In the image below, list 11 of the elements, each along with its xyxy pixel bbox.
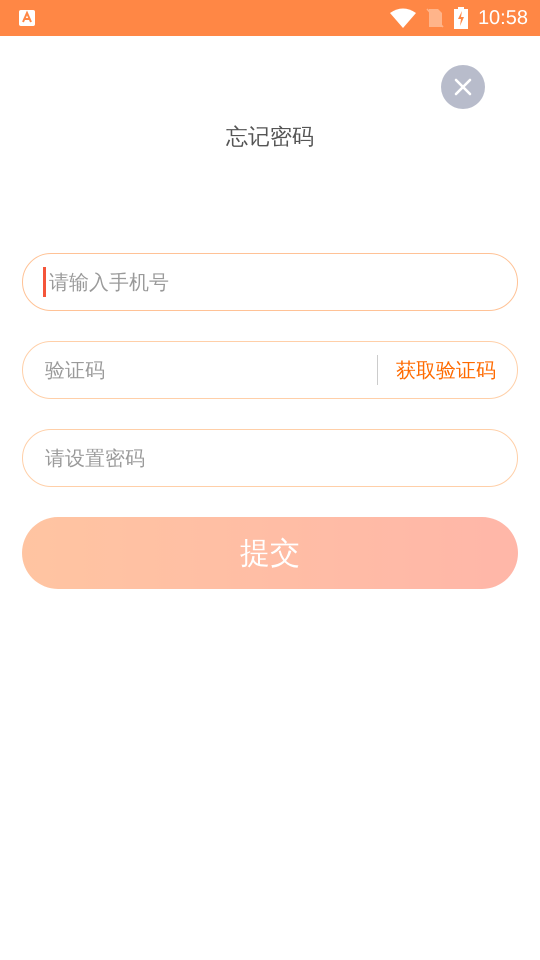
input-field[interactable]: 请输入手机号 (22, 253, 518, 311)
no-sim-icon (426, 8, 444, 28)
battery-charging-icon (454, 7, 468, 29)
input-field[interactable]: 请设置密码 (22, 429, 518, 487)
clock-time: 10:58 (478, 6, 528, 30)
page-title: 忘记密码 (225, 124, 315, 152)
get-code-link[interactable]: 获取验证码 (396, 356, 496, 384)
app-notification-icon (19, 10, 35, 26)
close-icon (453, 77, 473, 97)
wifi-icon (390, 8, 416, 28)
close-button[interactable] (441, 65, 485, 109)
